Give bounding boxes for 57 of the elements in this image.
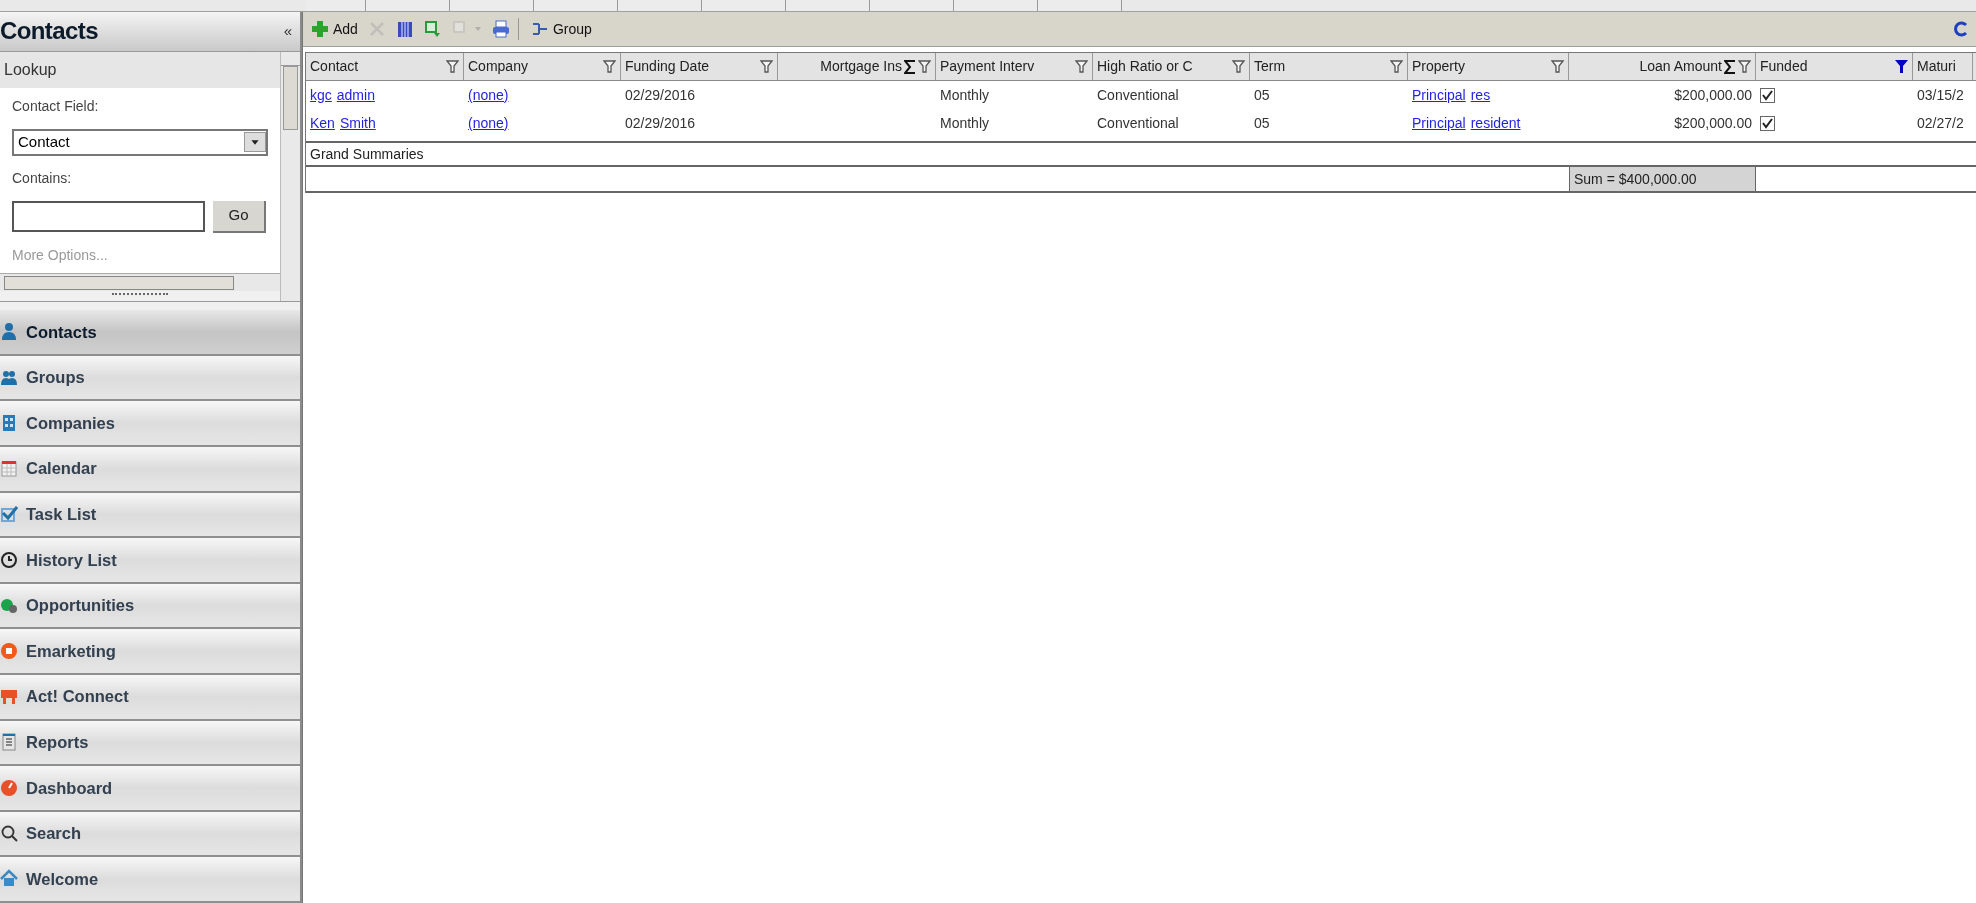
nav-item[interactable]: Search bbox=[0, 811, 300, 858]
nav-item[interactable]: Contacts bbox=[0, 310, 300, 356]
contact-link[interactable]: Ken bbox=[310, 112, 335, 134]
column-header[interactable]: Loan Amount bbox=[1569, 53, 1756, 80]
table-cell-text: 02/27/2 bbox=[1917, 113, 1964, 133]
table-cell-text: $200,000.00 bbox=[1674, 85, 1752, 105]
contact-link[interactable]: res bbox=[1470, 84, 1491, 106]
contact-link[interactable]: admin bbox=[336, 84, 375, 106]
nav-item[interactable]: Opportunities bbox=[0, 583, 300, 630]
contact-link[interactable]: kgc bbox=[310, 84, 332, 106]
summary-title: Grand Summaries bbox=[310, 144, 424, 164]
nav-item[interactable]: Task List bbox=[0, 492, 300, 539]
nav-item[interactable]: Act! Connect bbox=[0, 675, 300, 721]
table-cell-text: Monthly bbox=[940, 113, 990, 133]
contact-link[interactable]: resident bbox=[1470, 112, 1521, 134]
column-header[interactable]: Mortgage Ins bbox=[778, 53, 936, 80]
nav-item[interactable]: Companies bbox=[0, 401, 300, 448]
column-header[interactable]: Maturi bbox=[1913, 53, 1973, 80]
nav-item[interactable]: Dashboard bbox=[0, 766, 300, 812]
table-cell-text: 05 bbox=[1254, 85, 1270, 105]
column-header[interactable]: Term bbox=[1250, 53, 1408, 80]
field-label: Contact Field: bbox=[12, 96, 100, 116]
column-header[interactable]: Funding Date bbox=[621, 53, 778, 80]
sidebar-title: Contacts bbox=[0, 16, 98, 47]
collapse-button[interactable]: « bbox=[283, 20, 292, 43]
field-dropdown[interactable]: Contact bbox=[12, 128, 268, 156]
table-cell-text: 05 bbox=[1254, 113, 1270, 133]
column-header[interactable]: Contact bbox=[306, 53, 464, 80]
go-button[interactable]: Go bbox=[213, 200, 266, 233]
contact-link[interactable]: (none) bbox=[468, 84, 509, 106]
table-cell-text: $200,000.00 bbox=[1674, 113, 1752, 133]
nav-item[interactable]: History List bbox=[0, 538, 300, 584]
contains-label: Contains: bbox=[12, 168, 73, 188]
column-header[interactable]: High Ratio or C bbox=[1093, 53, 1250, 80]
nav-item[interactable]: Welcome bbox=[0, 857, 300, 903]
table-cell-text: 03/15/2 bbox=[1917, 85, 1964, 105]
group-button[interactable]: Group bbox=[530, 18, 592, 40]
add-button[interactable]: Add bbox=[311, 18, 358, 40]
column-header[interactable]: Company bbox=[464, 53, 621, 80]
summary-cell: Sum = $400,000.00 bbox=[1569, 167, 1756, 191]
contact-link[interactable]: Principal bbox=[1412, 84, 1466, 106]
column-header[interactable]: Payment Interv bbox=[936, 53, 1093, 80]
nav-item[interactable]: Emarketing bbox=[0, 629, 300, 676]
table-cell-text: Conventional bbox=[1097, 85, 1179, 105]
nav-item[interactable]: Reports bbox=[0, 720, 300, 767]
table-cell-text: 02/29/2016 bbox=[625, 113, 696, 133]
table-cell-text: 02/29/2016 bbox=[625, 85, 696, 105]
contact-link[interactable]: Smith bbox=[339, 112, 376, 134]
table-cell-text: Conventional bbox=[1097, 113, 1179, 133]
column-header[interactable]: Funded bbox=[1756, 53, 1913, 80]
contact-link[interactable]: Principal bbox=[1412, 112, 1466, 134]
column-header[interactable]: Property bbox=[1408, 53, 1569, 80]
table-cell-text: Monthly bbox=[940, 85, 990, 105]
lookup-title: Lookup bbox=[4, 59, 57, 80]
contact-link[interactable]: (none) bbox=[468, 112, 509, 134]
nav-item[interactable]: Calendar bbox=[0, 447, 300, 493]
nav-item[interactable]: Groups bbox=[0, 355, 300, 402]
